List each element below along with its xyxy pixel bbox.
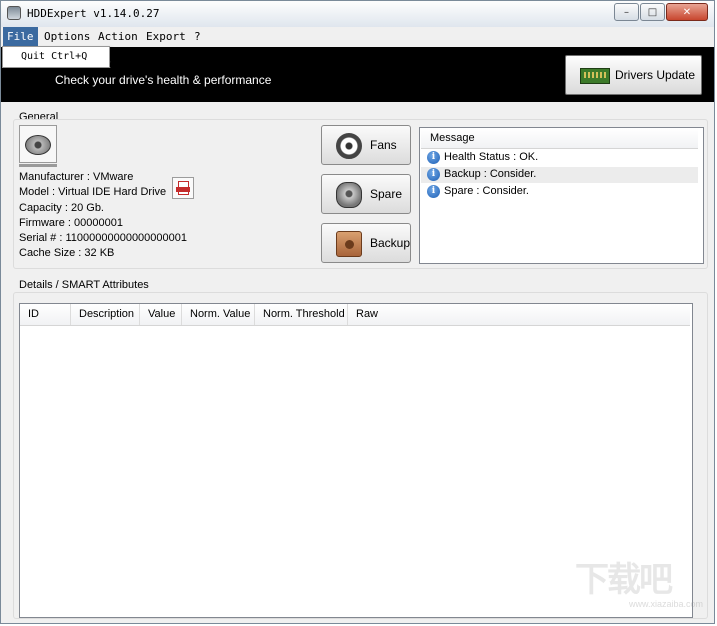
message-row[interactable]: i Spare : Consider.	[421, 184, 698, 200]
hddexpert-window: HDDExpert v1.14.0.27 – □ ✕ File Options …	[0, 0, 715, 624]
menu-action[interactable]: Action	[94, 27, 142, 47]
column-header-description[interactable]: Description	[71, 304, 140, 325]
details-label: Details / SMART Attributes	[19, 279, 149, 291]
info-icon: i	[427, 185, 440, 198]
capacity-text: Capacity : 20 Gb.	[19, 202, 104, 214]
table-header: ID Description Value Norm. Value Norm. T…	[20, 304, 690, 326]
menu-help[interactable]: ?	[190, 27, 205, 47]
column-header-id[interactable]: ID	[20, 304, 71, 325]
pdf-report-icon[interactable]	[172, 177, 194, 199]
title-bar[interactable]: HDDExpert v1.14.0.27 – □ ✕	[1, 1, 714, 28]
banner-tagline: Check your drive's health & performance	[55, 73, 272, 87]
manufacturer-text: Manufacturer : VMware	[19, 171, 134, 183]
window-title: HDDExpert v1.14.0.27	[27, 7, 160, 20]
cache-size-text: Cache Size : 32 KB	[19, 247, 115, 259]
message-text: Health Status : OK.	[444, 151, 539, 163]
spare-button[interactable]: Spare	[321, 174, 411, 214]
backup-label: Backup	[370, 236, 411, 250]
watermark-logo: 下载吧	[575, 560, 673, 600]
info-icon: i	[427, 151, 440, 164]
message-header-label: Message	[430, 132, 475, 144]
menu-options[interactable]: Options	[40, 27, 94, 47]
drivers-update-button[interactable]: Drivers Update	[565, 55, 702, 95]
menu-export[interactable]: Export	[142, 27, 190, 47]
minimize-button[interactable]: –	[614, 3, 639, 21]
column-header-norm-threshold[interactable]: Norm. Threshold	[255, 304, 348, 325]
firmware-text: Firmware : 00000001	[19, 217, 123, 229]
message-text: Spare : Consider.	[444, 185, 529, 197]
drive-selector-bar	[19, 164, 57, 167]
model-text: Model : Virtual IDE Hard Drive	[19, 186, 167, 198]
spare-drive-icon	[336, 182, 362, 208]
message-row[interactable]: i Health Status : OK.	[421, 150, 698, 166]
message-list[interactable]: Message i Health Status : OK. i Backup :…	[419, 127, 704, 264]
fans-label: Fans	[370, 138, 397, 152]
fans-button[interactable]: Fans	[321, 125, 411, 165]
maximize-button[interactable]: □	[640, 3, 665, 21]
column-header-raw[interactable]: Raw	[348, 304, 690, 325]
hard-drive-icon	[19, 125, 57, 163]
message-row[interactable]: i Backup : Consider.	[421, 167, 698, 183]
circuit-board-icon	[580, 68, 610, 84]
serial-text: Serial # : 11000000000000000001	[19, 232, 188, 244]
spare-label: Spare	[370, 187, 403, 201]
file-menu-dropdown: Quit Ctrl+Q	[2, 46, 110, 68]
column-header-value[interactable]: Value	[140, 304, 182, 325]
watermark: 下载吧 www.xiazaiba.com	[575, 561, 705, 611]
hdd-app-icon	[7, 6, 21, 20]
safe-icon	[336, 231, 362, 257]
info-icon: i	[427, 168, 440, 181]
watermark-url: www.xiazaiba.com	[629, 599, 704, 609]
window-controls: – □ ✕	[613, 3, 708, 21]
message-column-header[interactable]: Message	[421, 129, 698, 149]
menu-file[interactable]: File	[3, 27, 38, 47]
backup-button[interactable]: Backup	[321, 223, 411, 263]
fan-icon	[336, 133, 362, 159]
menu-item-quit[interactable]: Quit Ctrl+Q	[21, 51, 87, 62]
menu-bar: File Options Action Export ?	[1, 27, 714, 47]
message-text: Backup : Consider.	[444, 168, 537, 180]
column-header-norm-value[interactable]: Norm. Value	[182, 304, 255, 325]
close-button[interactable]: ✕	[666, 3, 708, 21]
drivers-update-label: Drivers Update	[615, 68, 696, 82]
